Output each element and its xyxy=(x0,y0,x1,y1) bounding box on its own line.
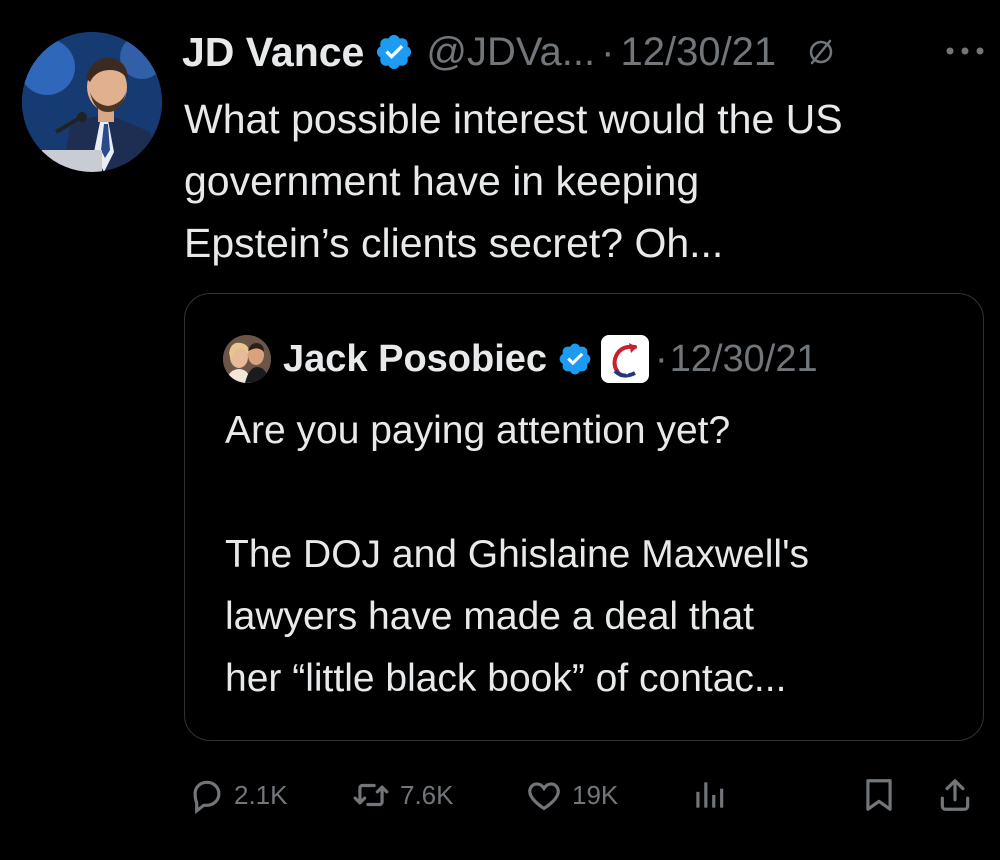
share-button[interactable] xyxy=(936,770,974,820)
like-button[interactable]: 19K xyxy=(524,770,618,820)
quoted-author-name[interactable]: Jack Posobiec xyxy=(283,338,547,381)
author-name[interactable]: JD Vance xyxy=(182,29,364,76)
tweet-actions: 2.1K 7.6K 19K xyxy=(184,770,984,820)
header-separator: · xyxy=(601,29,615,74)
author-avatar-image xyxy=(22,32,162,172)
author-avatar[interactable] xyxy=(22,32,162,172)
reply-count: 2.1K xyxy=(234,779,288,810)
muted-icon xyxy=(804,35,838,69)
tweet-header: JD Vance @JDVa... · 12/30/21 xyxy=(182,24,838,80)
author-handle[interactable]: @JDVa... xyxy=(426,30,595,75)
verified-badge-icon[interactable] xyxy=(374,32,414,72)
tweet[interactable]: JD Vance @JDVa... · 12/30/21 What possib… xyxy=(0,0,1000,860)
reply-button[interactable]: 2.1K xyxy=(188,770,288,820)
repost-count: 7.6K xyxy=(400,779,454,810)
affiliation-badge-icon[interactable] xyxy=(601,335,650,383)
bookmark-button[interactable] xyxy=(860,770,898,820)
repost-icon xyxy=(350,776,392,814)
like-count: 19K xyxy=(572,779,619,810)
quoted-tweet-date[interactable]: 12/30/21 xyxy=(670,338,818,381)
tweet-text: What possible interest would the US gove… xyxy=(184,96,843,266)
quoted-header-separator: · xyxy=(655,337,668,380)
views-button[interactable] xyxy=(690,770,728,820)
more-icon[interactable] xyxy=(940,36,990,66)
quoted-author-avatar[interactable] xyxy=(223,335,271,383)
quoted-tweet[interactable]: Jack Posobiec · 12/30/21 Are you paying … xyxy=(184,293,984,741)
analytics-icon xyxy=(690,776,728,814)
repost-button[interactable]: 7.6K xyxy=(350,770,454,820)
heart-icon xyxy=(524,776,564,814)
quoted-tweet-text: Are you paying attention yet? The DOJ an… xyxy=(225,409,810,700)
reply-icon xyxy=(188,776,226,814)
quoted-tweet-header: Jack Posobiec · 12/30/21 xyxy=(223,334,818,384)
bookmark-icon xyxy=(860,775,898,815)
share-icon xyxy=(936,775,974,815)
tweet-date[interactable]: 12/30/21 xyxy=(620,30,776,75)
quoted-verified-badge-icon[interactable] xyxy=(557,341,593,377)
